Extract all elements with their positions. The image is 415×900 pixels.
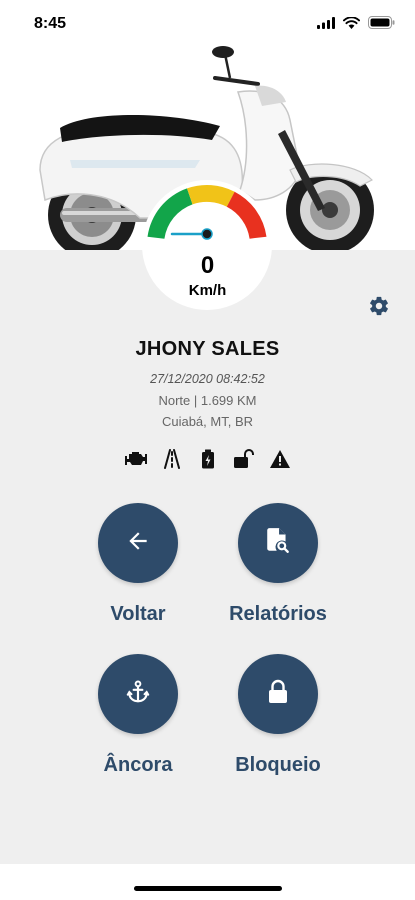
vehicle-timestamp: 27/12/2020 08:42:52 bbox=[150, 372, 265, 386]
signal-icon bbox=[317, 16, 335, 34]
road-icon bbox=[160, 448, 184, 470]
home-indicator[interactable] bbox=[134, 886, 282, 891]
vehicle-direction-odometer: Norte | 1.699 KM bbox=[158, 393, 257, 408]
report-search-icon bbox=[265, 527, 291, 560]
back-button[interactable]: Voltar bbox=[58, 503, 218, 626]
battery-icon bbox=[196, 448, 220, 470]
status-icons bbox=[317, 16, 395, 34]
reports-button[interactable]: Relatórios bbox=[198, 503, 358, 626]
gauge-pivot bbox=[201, 228, 213, 240]
vehicle-status-icons bbox=[0, 448, 415, 470]
status-time: 8:45 bbox=[34, 15, 67, 32]
anchor-icon bbox=[125, 679, 151, 710]
settings-button[interactable] bbox=[366, 295, 392, 321]
vehicle-location: Cuiabá, MT, BR bbox=[161, 414, 254, 429]
vehicle-name: JHONY SALES bbox=[135, 338, 280, 360]
engine-icon bbox=[124, 448, 148, 470]
anchor-button-circle[interactable] bbox=[98, 654, 178, 734]
gear-icon bbox=[368, 295, 390, 322]
battery-status-icon bbox=[368, 16, 395, 34]
back-button-circle[interactable] bbox=[98, 503, 178, 583]
lock-button[interactable]: Bloqueio bbox=[198, 654, 358, 777]
reports-button-label[interactable]: Relatórios bbox=[198, 603, 358, 626]
wifi-icon bbox=[342, 16, 361, 34]
bottom-safe-area bbox=[0, 864, 415, 900]
speed-unit: Km/h bbox=[188, 282, 227, 299]
alert-triangle-icon bbox=[268, 448, 292, 470]
lock-button-circle[interactable] bbox=[238, 654, 318, 734]
arrow-left-icon bbox=[125, 528, 151, 559]
lock-icon bbox=[266, 679, 290, 710]
speed-value: 0 bbox=[200, 252, 215, 279]
reports-button-circle[interactable] bbox=[238, 503, 318, 583]
unlocked-padlock-icon bbox=[232, 448, 256, 470]
anchor-button-label[interactable]: Âncora bbox=[58, 754, 218, 777]
lock-button-label[interactable]: Bloqueio bbox=[198, 754, 358, 777]
anchor-button[interactable]: Âncora bbox=[58, 654, 218, 777]
back-button-label[interactable]: Voltar bbox=[58, 603, 218, 626]
